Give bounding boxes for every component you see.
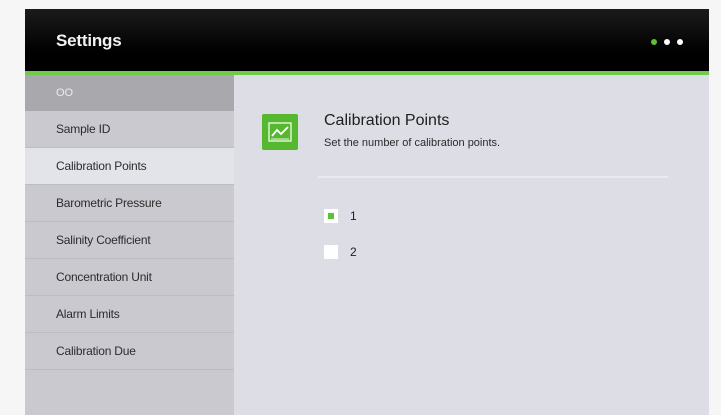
sidebar-item-sample-id[interactable]: Sample ID <box>25 111 234 148</box>
calibration-option-1[interactable]: 1 <box>324 208 357 224</box>
sidebar-item-label: Barometric Pressure <box>56 196 162 210</box>
sidebar-item-calibration-points[interactable]: Calibration Points <box>25 148 234 185</box>
page-title: Settings <box>56 31 122 50</box>
radio-dot-icon <box>328 213 334 219</box>
sidebar-item-label: Sample ID <box>56 122 111 136</box>
panel-subtitle: Set the number of calibration points. <box>324 137 501 149</box>
sidebar-item-label: Calibration Due <box>56 344 136 358</box>
title-bar: Settings <box>25 9 709 71</box>
sidebar-item-label: Calibration Points <box>56 159 147 173</box>
panel-divider <box>318 176 668 178</box>
option-radio-selected[interactable] <box>324 209 338 223</box>
page-dot-3[interactable] <box>677 39 683 45</box>
panel-title: Calibration Points <box>324 112 450 129</box>
sidebar-item-calibration-due[interactable]: Calibration Due <box>25 333 234 370</box>
sidebar-item-barometric-pressure[interactable]: Barometric Pressure <box>25 185 234 222</box>
option-radio[interactable] <box>324 245 338 259</box>
sidebar-item-label: Alarm Limits <box>56 307 120 321</box>
sidebar-item-salinity-coefficient[interactable]: Salinity Coefficient <box>25 222 234 259</box>
sidebar-header: OO <box>25 75 234 111</box>
sidebar: OO Sample ID Calibration Points Barometr… <box>25 75 234 415</box>
device-screen: Settings OO Sample ID Calibration Points… <box>25 9 709 415</box>
settings-panel: Calibration Points Set the number of cal… <box>234 75 709 415</box>
chart-line-icon <box>262 114 298 150</box>
sidebar-item-concentration-unit[interactable]: Concentration Unit <box>25 259 234 296</box>
page-dot-2[interactable] <box>664 39 670 45</box>
page-dot-1[interactable] <box>651 39 657 45</box>
option-label: 2 <box>350 245 357 259</box>
option-label: 1 <box>350 209 357 223</box>
sidebar-item-label: Salinity Coefficient <box>56 233 151 247</box>
sidebar-item-alarm-limits[interactable]: Alarm Limits <box>25 296 234 333</box>
page-indicator <box>651 39 683 45</box>
calibration-option-2[interactable]: 2 <box>324 244 357 260</box>
sidebar-item-label: Concentration Unit <box>56 270 152 284</box>
sidebar-header-label: OO <box>56 87 74 99</box>
